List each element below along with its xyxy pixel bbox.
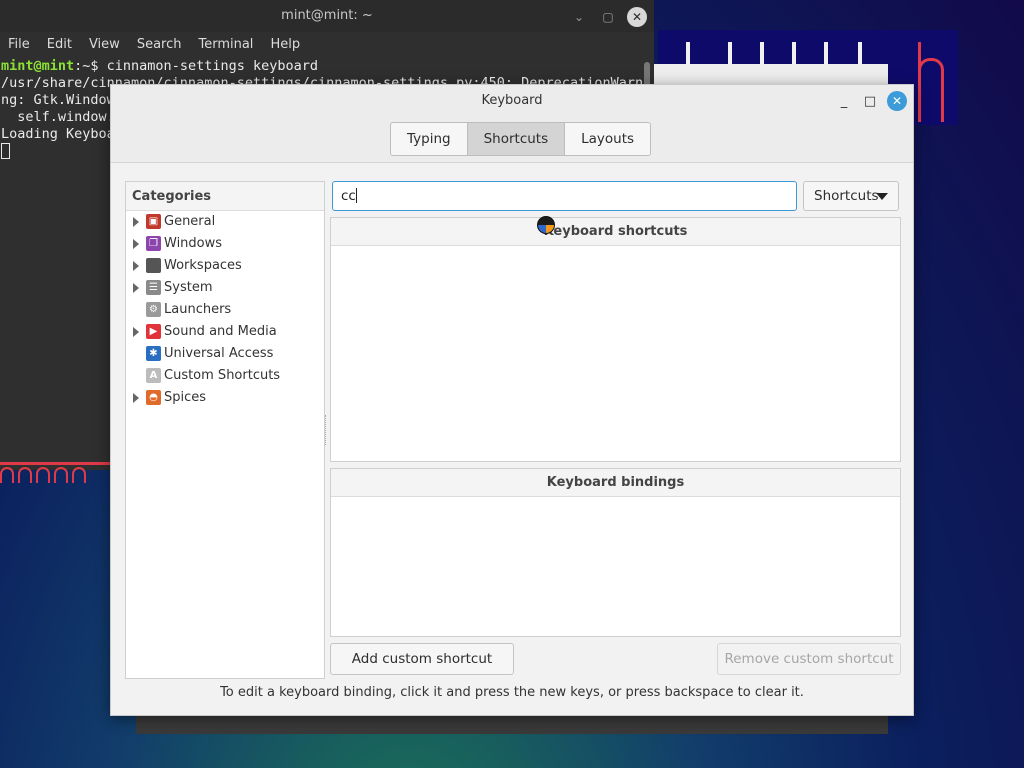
search-input[interactable]: cc: [332, 181, 797, 211]
tab-bar: Typing Shortcuts Layouts: [390, 122, 652, 156]
terminal-command: :~$ cinnamon-settings keyboard: [74, 58, 318, 74]
menu-search[interactable]: Search: [137, 32, 191, 58]
workspaces-icon: [146, 258, 161, 273]
expander-arrow-icon[interactable]: [133, 239, 139, 249]
category-label: Spices: [164, 390, 207, 405]
terminal-prompt-user: mint@mint: [1, 58, 75, 74]
category-item[interactable]: ☰ System: [126, 277, 324, 299]
categories-list[interactable]: Categories ▣ General ❐ Windows Workspaces ☰ Sy…: [125, 181, 325, 679]
remove-custom-shortcut-button[interactable]: Remove custom shortcut: [717, 643, 901, 675]
keyboard-shortcuts-header: Keyboard shortcuts: [331, 218, 900, 246]
tab-layouts[interactable]: Layouts: [565, 123, 650, 155]
terminal-menubar: File Edit View Search Terminal Help: [0, 32, 654, 58]
sound-media-icon: ▶: [146, 324, 161, 339]
category-item[interactable]: Workspaces: [126, 255, 324, 277]
category-item[interactable]: A Custom Shortcuts: [126, 365, 324, 387]
general-icon: ▣: [146, 214, 161, 229]
category-label: Universal Access: [164, 346, 274, 361]
hint-text: To edit a keyboard binding, click it and…: [220, 685, 804, 700]
keyboard-bindings-header: Keyboard bindings: [331, 469, 900, 497]
loading-cursor-icon: [537, 216, 555, 234]
menu-view[interactable]: View: [89, 32, 129, 58]
terminal-title: mint@mint: ~: [281, 8, 373, 23]
category-item[interactable]: ❐ Windows: [126, 233, 324, 255]
spices-icon: ◓: [146, 390, 161, 405]
category-item[interactable]: ◓ Spices: [126, 387, 324, 409]
dialog-minimize-button[interactable]: _: [835, 93, 853, 111]
pane-splitter[interactable]: [325, 415, 329, 445]
keyboard-shortcuts-panel[interactable]: Keyboard shortcuts: [330, 217, 901, 462]
category-item[interactable]: ✱ Universal Access: [126, 343, 324, 365]
dialog-title: Keyboard: [481, 93, 543, 108]
category-label: Custom Shortcuts: [164, 368, 281, 383]
category-label: System: [164, 280, 213, 295]
expander-arrow-icon[interactable]: [133, 283, 139, 293]
add-custom-shortcut-button[interactable]: Add custom shortcut: [330, 643, 514, 675]
category-item[interactable]: ⚙ Launchers: [126, 299, 324, 321]
terminal-close-button[interactable]: ✕: [627, 7, 647, 27]
category-label: Windows: [164, 236, 223, 251]
expander-arrow-icon[interactable]: [133, 393, 139, 403]
categories-header: Categories: [126, 182, 324, 211]
windows-icon: ❐: [146, 236, 161, 251]
tab-typing[interactable]: Typing: [391, 123, 468, 155]
terminal-minimize-button[interactable]: ⌄: [570, 8, 588, 26]
category-label: Workspaces: [164, 258, 242, 273]
launchers-icon: ⚙: [146, 302, 161, 317]
dialog-maximize-button[interactable]: □: [861, 93, 879, 111]
shortcuts-dropdown-label: Shortcuts: [814, 188, 879, 204]
search-value: cc: [341, 188, 356, 204]
dialog-header[interactable]: Keyboard _ □ ✕ Typing Shortcuts Layouts: [111, 85, 913, 163]
tab-shortcuts[interactable]: Shortcuts: [467, 123, 566, 155]
wallpaper-red-lettering: [0, 462, 110, 484]
menu-file[interactable]: File: [8, 32, 39, 58]
category-item[interactable]: ▶ Sound and Media: [126, 321, 324, 343]
custom-shortcuts-icon: A: [146, 368, 161, 383]
terminal-titlebar[interactable]: mint@mint: ~ ⌄ ▢ ✕: [0, 0, 654, 32]
terminal-cursor: [1, 143, 10, 159]
category-label: General: [164, 214, 216, 229]
dialog-close-button[interactable]: ✕: [887, 91, 907, 111]
wallpaper-glyph-red: [918, 58, 944, 122]
expander-arrow-icon[interactable]: [133, 217, 139, 227]
system-icon: ☰: [146, 280, 161, 295]
category-item[interactable]: ▣ General: [126, 211, 324, 233]
category-label: Launchers: [164, 302, 232, 317]
menu-terminal[interactable]: Terminal: [198, 32, 262, 58]
terminal-maximize-button[interactable]: ▢: [599, 8, 617, 26]
dropdown-arrow-icon: [876, 193, 888, 200]
keyboard-dialog[interactable]: Keyboard _ □ ✕ Typing Shortcuts Layouts …: [110, 84, 914, 716]
category-label: Sound and Media: [164, 324, 277, 339]
expander-arrow-icon[interactable]: [133, 327, 139, 337]
shortcuts-dropdown[interactable]: Shortcuts: [803, 181, 899, 211]
menu-edit[interactable]: Edit: [47, 32, 81, 58]
text-caret: [355, 188, 357, 203]
universal-access-icon: ✱: [146, 346, 161, 361]
expander-arrow-icon[interactable]: [133, 261, 139, 271]
keyboard-bindings-panel[interactable]: Keyboard bindings: [330, 468, 901, 637]
menu-help[interactable]: Help: [270, 32, 309, 58]
